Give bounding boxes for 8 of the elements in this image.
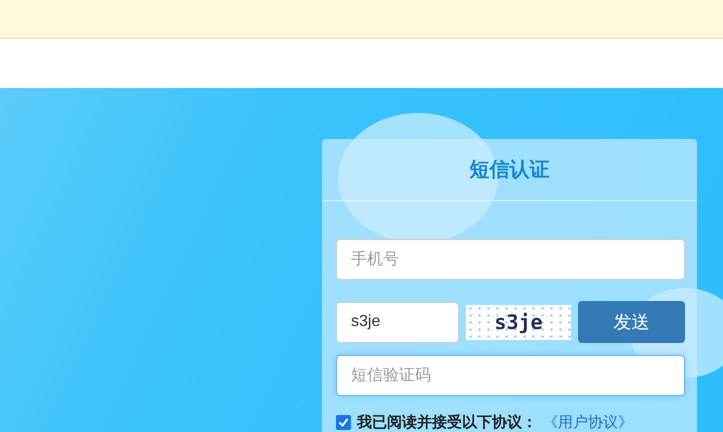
sms-code-input[interactable]: 短信验证码 [336,355,685,396]
send-button[interactable]: 发送 [578,301,685,343]
captcha-input[interactable]: s3je [336,302,459,342]
agreement-checkbox[interactable] [336,415,351,430]
agreement-text: 我已阅读并接受以下协议： [357,413,537,432]
phone-input[interactable]: 手机号 [336,239,685,280]
captcha-image[interactable]: s3je [466,304,571,340]
card-title: 短信认证 [322,139,697,201]
